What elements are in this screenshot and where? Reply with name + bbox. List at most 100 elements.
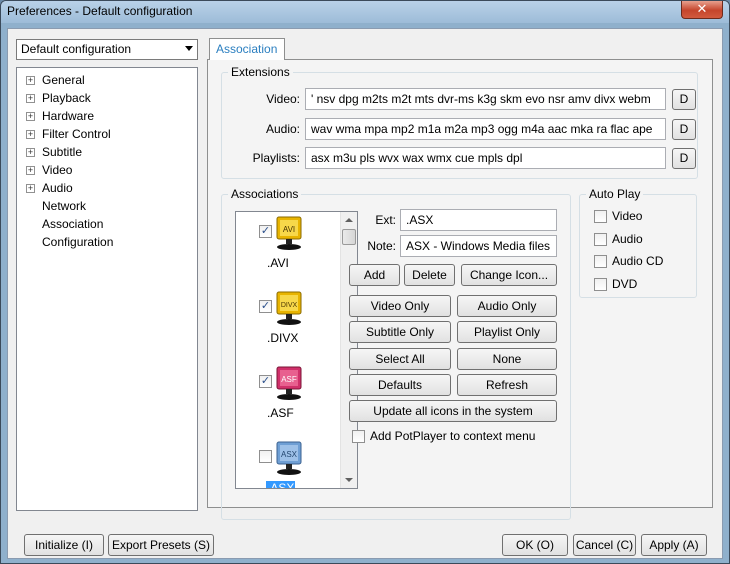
tree-item-subtitle[interactable]: + Subtitle [17, 143, 197, 161]
scroll-thumb[interactable] [342, 229, 356, 245]
context-menu-checkbox[interactable] [352, 430, 365, 443]
tree-item-label: Audio [42, 181, 73, 195]
tab-association[interactable]: Association [209, 38, 285, 60]
tree-item-label: General [42, 73, 85, 87]
association-panel: Extensions Video: ' nsv dpg m2ts m2t mts… [207, 59, 713, 520]
autoplay-video-checkbox[interactable] [594, 210, 607, 223]
preset-dropdown[interactable]: Default configuration [16, 39, 198, 60]
subtitle-only-button[interactable]: Subtitle Only [349, 321, 451, 343]
playlists-ext-field[interactable]: asx m3u pls wvx wax wmx cue mpls dpl [305, 147, 666, 169]
playlist-only-button[interactable]: Playlist Only [457, 321, 557, 343]
dialog-body: Default configuration + General + Playback… [7, 28, 723, 559]
video-ext-field[interactable]: ' nsv dpg m2ts m2t mts dvr-ms k3g skm ev… [305, 88, 666, 110]
list-item-avi[interactable]: ✓ AVI .AVI [236, 216, 341, 291]
autoplay-dvd-checkbox[interactable] [594, 278, 607, 291]
context-menu-checkbox-row[interactable]: Add PotPlayer to context menu [352, 429, 562, 445]
list-item-asx[interactable]: ASX .ASX [236, 441, 341, 488]
select-all-button[interactable]: Select All [349, 348, 451, 370]
avi-file-icon: AVI [276, 216, 302, 250]
update-icons-button[interactable]: Update all icons in the system [349, 400, 557, 422]
close-button[interactable]: ✕ [681, 1, 723, 19]
ext-field[interactable]: .ASX [400, 209, 557, 231]
export-presets-button[interactable]: Export Presets (S) [108, 534, 214, 556]
list-item-divx[interactable]: ✓ DIVX .DIVX [236, 291, 341, 366]
autoplay-audio-checkbox[interactable] [594, 233, 607, 246]
asf-checkbox[interactable]: ✓ [259, 375, 272, 388]
ext-label: Ext: [375, 213, 396, 227]
none-button[interactable]: None [457, 348, 557, 370]
autoplay-group-title: Auto Play [586, 187, 644, 201]
audio-ext-label: Audio: [265, 122, 300, 136]
asf-icon-text: ASF [281, 375, 297, 384]
asx-checkbox[interactable] [259, 450, 272, 463]
defaults-button[interactable]: Defaults [349, 374, 451, 396]
divx-icon-text: DIVX [281, 302, 298, 309]
tree-item-label: Configuration [42, 235, 114, 249]
tree-item-label: Filter Control [42, 127, 111, 141]
tree-item-label: Hardware [42, 109, 95, 123]
tree-item-label: Video [42, 163, 73, 177]
autoplay-audiocd-label: Audio CD [612, 254, 664, 268]
expand-icon[interactable]: + [26, 94, 35, 103]
initialize-button[interactable]: Initialize (I) [24, 534, 104, 556]
tree-item-association[interactable]: Association [17, 215, 197, 233]
audio-only-button[interactable]: Audio Only [457, 295, 557, 317]
expand-icon[interactable]: + [26, 184, 35, 193]
delete-button[interactable]: Delete [404, 264, 455, 286]
autoplay-group: Auto Play Video Audio Audio CD DVD [579, 187, 697, 298]
tree-item-general[interactable]: + General [17, 71, 197, 89]
associations-group: Associations ✓ AVI .AVI ✓ DIVX .DIVX ✓ A… [221, 187, 571, 520]
divx-checkbox[interactable]: ✓ [259, 300, 272, 313]
tree-item-playback[interactable]: + Playback [17, 89, 197, 107]
expand-icon[interactable]: + [26, 112, 35, 121]
playlists-default-button[interactable]: D [672, 148, 696, 169]
cancel-button[interactable]: Cancel (C) [573, 534, 636, 556]
expand-icon[interactable]: + [26, 166, 35, 175]
video-ext-label: Video: [266, 92, 300, 106]
association-list[interactable]: ✓ AVI .AVI ✓ DIVX .DIVX ✓ ASF .ASF ASX .… [235, 211, 358, 489]
add-button[interactable]: Add [349, 264, 400, 286]
tree-item-label: Association [42, 217, 104, 231]
tree-item-configuration[interactable]: Configuration [17, 233, 197, 251]
chevron-down-icon [185, 46, 193, 51]
avi-checkbox[interactable]: ✓ [259, 225, 272, 238]
expand-icon[interactable]: + [26, 76, 35, 85]
tree-item-label: Playback [42, 91, 91, 105]
autoplay-dvd-row[interactable]: DVD [594, 277, 684, 293]
divx-file-icon: DIVX [276, 291, 302, 325]
category-tree[interactable]: + General + Playback + Hardware + Filter Con… [16, 67, 198, 511]
scroll-down-icon[interactable] [345, 478, 353, 482]
autoplay-audiocd-row[interactable]: Audio CD [594, 254, 684, 270]
autoplay-audiocd-checkbox[interactable] [594, 255, 607, 268]
apply-button[interactable]: Apply (A) [641, 534, 707, 556]
expand-icon[interactable]: + [26, 148, 35, 157]
autoplay-video-row[interactable]: Video [594, 209, 684, 225]
associations-group-title: Associations [228, 187, 302, 201]
note-label: Note: [367, 239, 396, 253]
list-item-asf[interactable]: ✓ ASF .ASF [236, 366, 341, 441]
tree-item-filter-control[interactable]: + Filter Control [17, 125, 197, 143]
video-default-button[interactable]: D [672, 89, 696, 110]
ok-button[interactable]: OK (O) [502, 534, 568, 556]
tree-item-label: Network [42, 199, 87, 213]
asx-icon-text: ASX [281, 450, 298, 459]
playlists-ext-label: Playlists: [252, 151, 300, 165]
window-title: Preferences - Default configuration [7, 4, 193, 18]
audio-default-button[interactable]: D [672, 119, 696, 140]
refresh-button[interactable]: Refresh [457, 374, 557, 396]
audio-ext-field[interactable]: wav wma mpa mp2 m1a m2a mp3 ogg m4a aac … [305, 118, 666, 140]
asx-label: .ASX [266, 481, 296, 488]
tree-item-video[interactable]: + Video [17, 161, 197, 179]
video-only-button[interactable]: Video Only [349, 295, 451, 317]
context-menu-label: Add PotPlayer to context menu [370, 429, 536, 443]
note-field[interactable]: ASX - Windows Media files [400, 235, 557, 257]
scroll-up-icon[interactable] [345, 218, 353, 222]
asx-file-icon: ASX [276, 441, 302, 475]
tree-item-audio[interactable]: + Audio [17, 179, 197, 197]
expand-icon[interactable]: + [26, 130, 35, 139]
autoplay-audio-row[interactable]: Audio [594, 232, 684, 248]
tree-item-hardware[interactable]: + Hardware [17, 107, 197, 125]
tree-item-network[interactable]: Network [17, 197, 197, 215]
title-bar[interactable]: Preferences - Default configuration ✕ [1, 1, 729, 23]
change-icon-button[interactable]: Change Icon... [461, 264, 557, 286]
